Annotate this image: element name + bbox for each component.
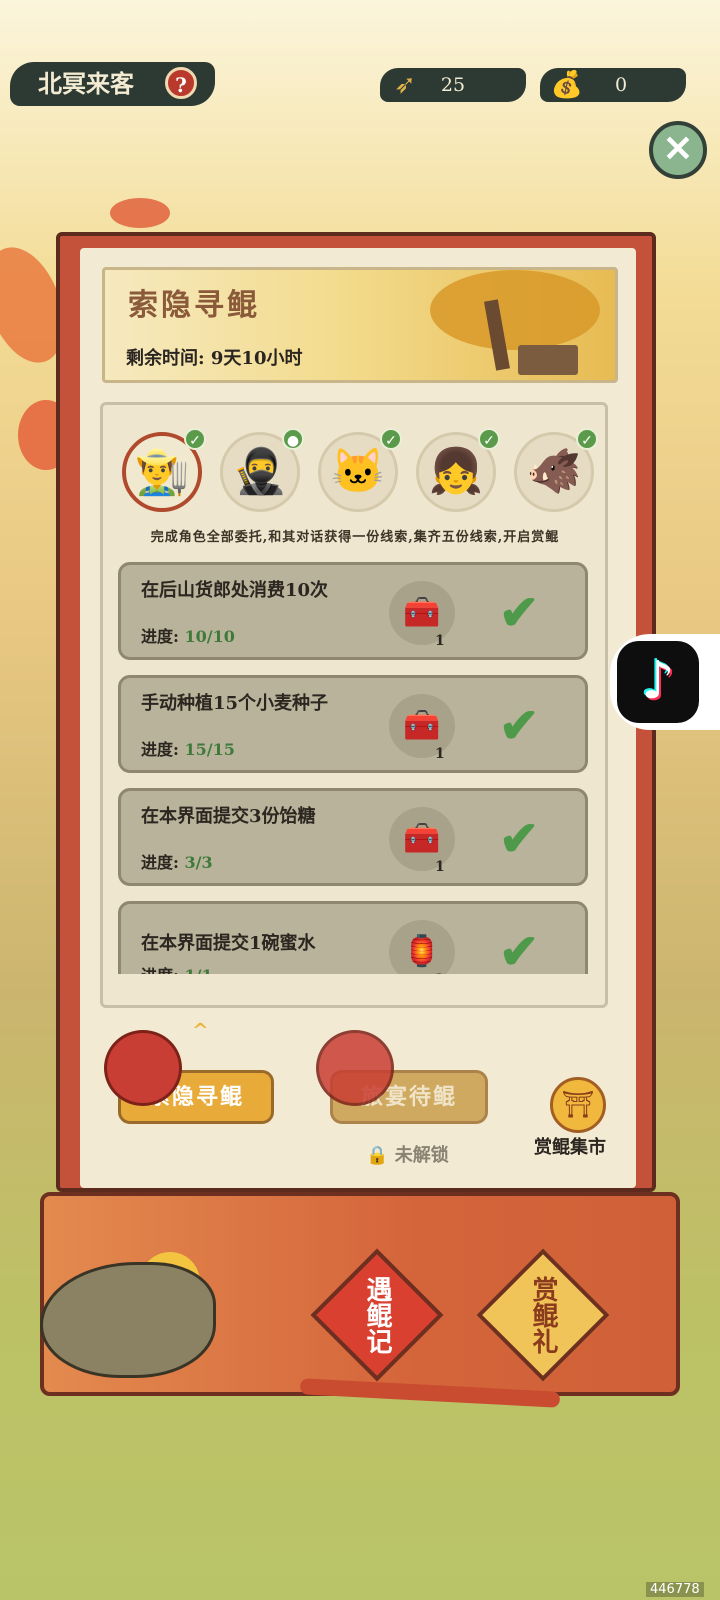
check-badge-icon: ✓ bbox=[576, 428, 598, 450]
banner-title: 索隐寻鲲 bbox=[128, 288, 260, 323]
watermark: 446778 bbox=[646, 1582, 704, 1597]
remaining-time: 剩余时间: 9天10小时 bbox=[126, 348, 303, 369]
task-progress-value: 1/1 bbox=[185, 966, 213, 974]
money-bag-icon: 💰 bbox=[550, 70, 584, 100]
task-progress-label: 进度: bbox=[141, 853, 179, 872]
reward-count: 1 bbox=[435, 633, 445, 649]
task-progress-value: 3/3 bbox=[184, 853, 213, 872]
feather-icon: ➶ bbox=[394, 70, 416, 100]
task-title: 在本界面提交1碗蜜水 bbox=[141, 933, 316, 954]
avatar-cat-glyph: 🐱 bbox=[330, 446, 386, 497]
completed-check-icon: ✔ bbox=[499, 585, 540, 641]
tiktok-icon[interactable]: ♪ bbox=[617, 641, 699, 723]
money-count: 0 bbox=[614, 74, 628, 96]
check-badge-icon: ✓ bbox=[380, 428, 402, 450]
avatar-girl-glyph: 👧 bbox=[428, 446, 484, 497]
flame-decoration bbox=[110, 198, 170, 228]
close-icon: ✕ bbox=[662, 128, 694, 170]
help-icon[interactable]: ? bbox=[165, 67, 197, 99]
task-row: 在本界面提交3份饴糖 进度: 3/3 🧰 1 ✔ bbox=[118, 788, 588, 886]
check-badge-icon: ✓ bbox=[184, 428, 206, 450]
task-progress: 进度: 10/10 bbox=[141, 623, 235, 647]
house-decoration bbox=[518, 345, 578, 375]
task-progress-label: 进度: bbox=[141, 740, 179, 759]
chest-icon[interactable]: 🧰 bbox=[389, 807, 455, 871]
token-icon[interactable]: 🏮 bbox=[389, 920, 455, 974]
reward-count: 1 bbox=[435, 746, 445, 762]
pending-badge-icon: ● bbox=[282, 428, 304, 450]
chest-icon[interactable]: 🧰 bbox=[389, 694, 455, 758]
task-row: 在本界面提交1碗蜜水 进度: 1/1 🏮 2 ✔ bbox=[118, 901, 588, 974]
red-fish-icon bbox=[316, 1030, 394, 1106]
task-title: 手动种植15个小麦种子 bbox=[141, 693, 329, 714]
clue-hint: 完成角色全部委托,和其对话获得一份线索,集齐五份线索,开启赏鲲 bbox=[150, 530, 560, 545]
chest-icon[interactable]: 🧰 bbox=[389, 581, 455, 645]
task-row: 在后山货郎处消费10次 进度: 10/10 🧰 1 ✔ bbox=[118, 562, 588, 660]
avatar-masked-man-glyph: 🥷 bbox=[232, 446, 288, 497]
task-title: 在本界面提交3份饴糖 bbox=[141, 806, 316, 827]
avatar-straw-hat-glyph: 👨‍🌾 bbox=[134, 447, 190, 498]
avatar-boar-glyph: 🐗 bbox=[526, 446, 582, 497]
completed-check-icon: ✔ bbox=[499, 698, 540, 754]
task-progress: 进度: 3/3 bbox=[141, 849, 213, 873]
task-progress: 进度: 1/1 bbox=[141, 962, 213, 974]
reward-count: 2 bbox=[435, 972, 445, 974]
task-progress-label: 进度: bbox=[141, 627, 179, 646]
task-progress: 进度: 15/15 bbox=[141, 736, 235, 760]
encounter-kun-button[interactable]: 遇鲲记 bbox=[310, 1248, 444, 1382]
task-title: 在后山货郎处消费10次 bbox=[141, 580, 329, 601]
task-row: 手动种植15个小麦种子 进度: 15/15 🧰 1 ✔ bbox=[118, 675, 588, 773]
task-progress-label: 进度: bbox=[141, 966, 179, 974]
completed-check-icon: ✔ bbox=[499, 924, 540, 974]
market-label[interactable]: 赏鲲集市 bbox=[534, 1133, 606, 1159]
lock-icon: 🔒 bbox=[366, 1145, 389, 1166]
task-list[interactable]: 在后山货郎处消费10次 进度: 10/10 🧰 1 ✔ 手动种植15个小麦种子 … bbox=[112, 558, 598, 974]
check-badge-icon: ✓ bbox=[478, 428, 500, 450]
feather-count: 25 bbox=[440, 74, 466, 96]
reward-count: 1 bbox=[435, 859, 445, 875]
arrow-up-icon: ^ bbox=[192, 1018, 209, 1042]
lock-text: 未解锁 bbox=[394, 1145, 449, 1166]
tree-decoration bbox=[430, 270, 600, 350]
reward-kun-button[interactable]: 赏鲲礼 bbox=[476, 1248, 610, 1382]
completed-check-icon: ✔ bbox=[499, 811, 540, 867]
task-progress-value: 10/10 bbox=[184, 627, 235, 646]
locked-label: 🔒 未解锁 bbox=[366, 1141, 449, 1167]
task-progress-value: 15/15 bbox=[184, 740, 235, 759]
market-icon[interactable]: ⛩ bbox=[550, 1077, 606, 1133]
red-fish-icon bbox=[104, 1030, 182, 1106]
encounter-kun-label: 遇鲲记 bbox=[362, 1276, 392, 1354]
reward-kun-label: 赏鲲礼 bbox=[528, 1276, 558, 1354]
close-button[interactable]: ✕ bbox=[649, 121, 707, 179]
